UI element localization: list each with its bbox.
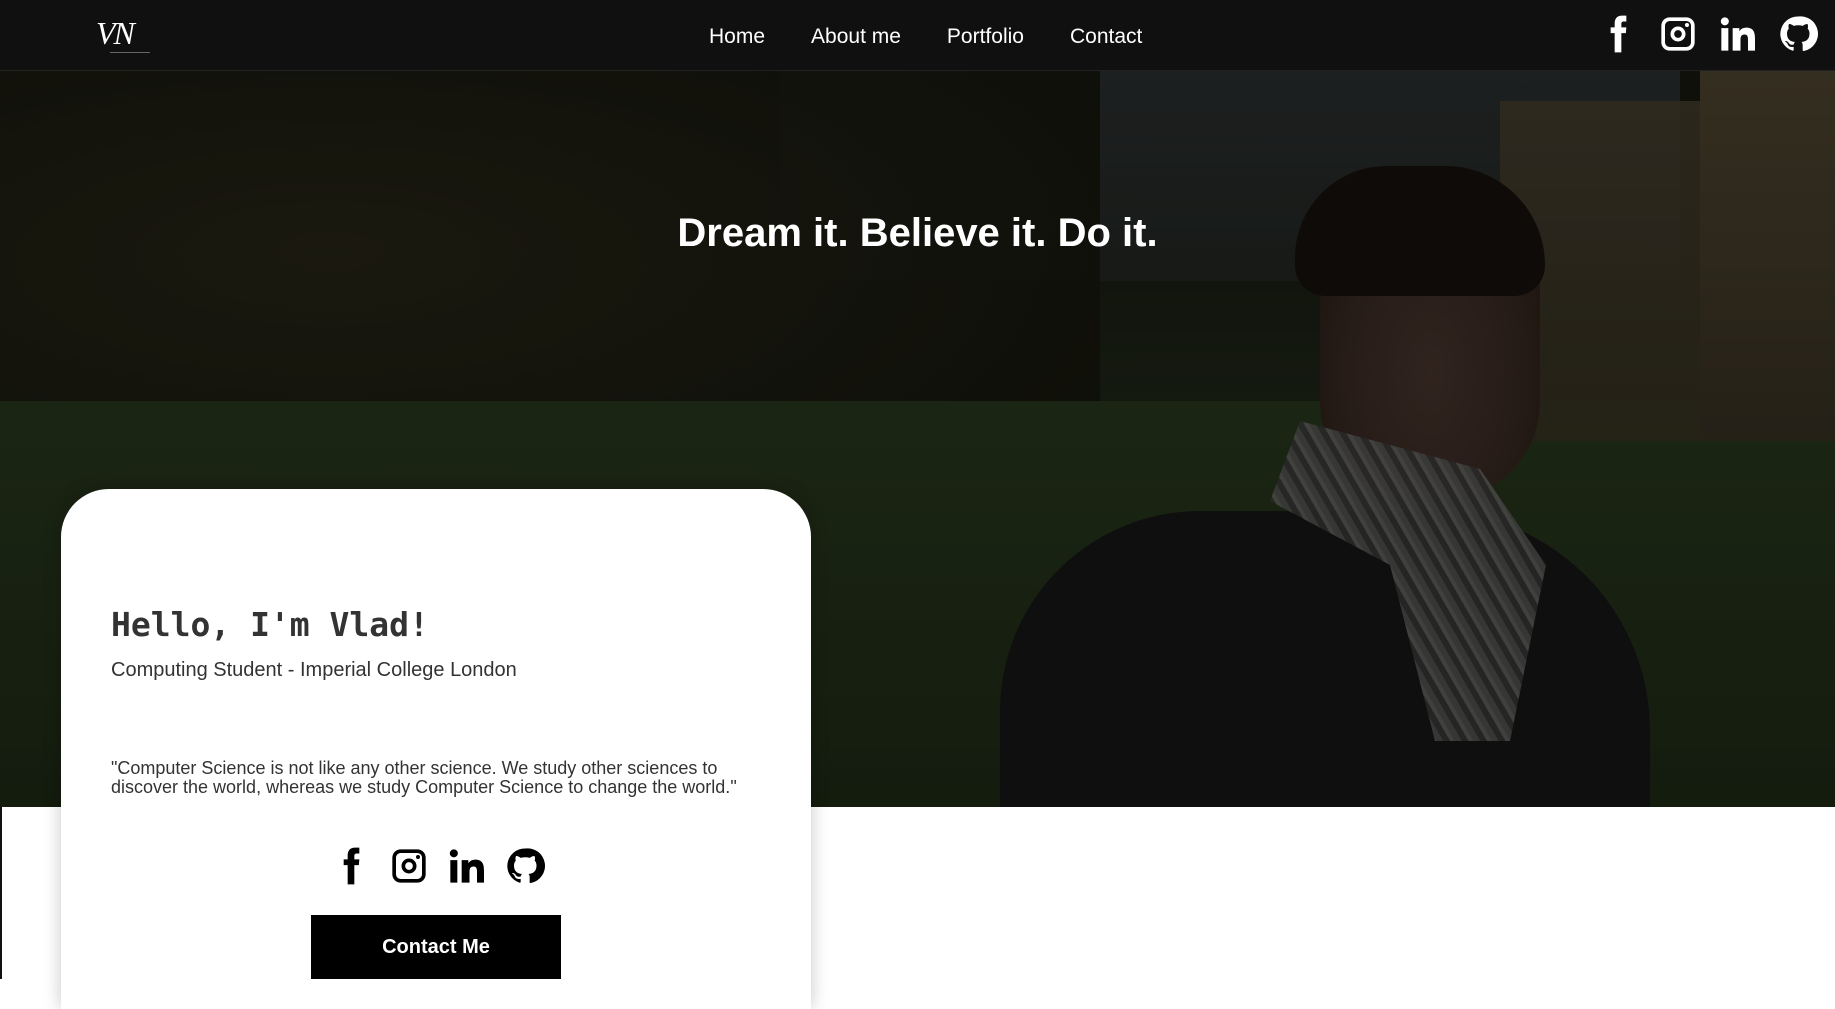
instagram-icon[interactable] [389, 844, 429, 888]
nav-link-home[interactable]: Home [709, 24, 765, 50]
github-icon[interactable] [505, 844, 545, 888]
card-social-links [331, 844, 563, 888]
linkedin-icon[interactable] [1718, 12, 1758, 56]
logo-text: VN [96, 15, 135, 51]
contact-me-button[interactable]: Contact Me [311, 915, 561, 979]
github-icon[interactable] [1778, 12, 1818, 56]
logo-underline [110, 52, 150, 53]
site-logo[interactable]: VN [96, 16, 166, 56]
main-menu: Home About me Portfolio Contact [709, 24, 1188, 50]
intro-heading: Hello, I'm Vlad! [111, 605, 429, 644]
nav-link-contact[interactable]: Contact [1070, 24, 1142, 50]
hero-tagline: Dream it. Believe it. Do it. [677, 211, 1158, 255]
intro-role: Computing Student - Imperial College Lon… [111, 659, 517, 681]
nav-link-about-me[interactable]: About me [811, 24, 901, 50]
instagram-icon[interactable] [1658, 12, 1698, 56]
facebook-icon[interactable] [331, 844, 371, 888]
top-navbar: VN Home About me Portfolio Contact [0, 0, 1835, 71]
linkedin-icon[interactable] [447, 844, 487, 888]
facebook-icon[interactable] [1598, 12, 1638, 56]
intro-quote: "Computer Science is not like any other … [111, 758, 737, 797]
page-left-border [0, 807, 2, 979]
nav-social-links [1578, 12, 1818, 56]
intro-card: Hello, I'm Vlad! Computing Student - Imp… [61, 489, 811, 1009]
nav-link-portfolio[interactable]: Portfolio [947, 24, 1024, 50]
